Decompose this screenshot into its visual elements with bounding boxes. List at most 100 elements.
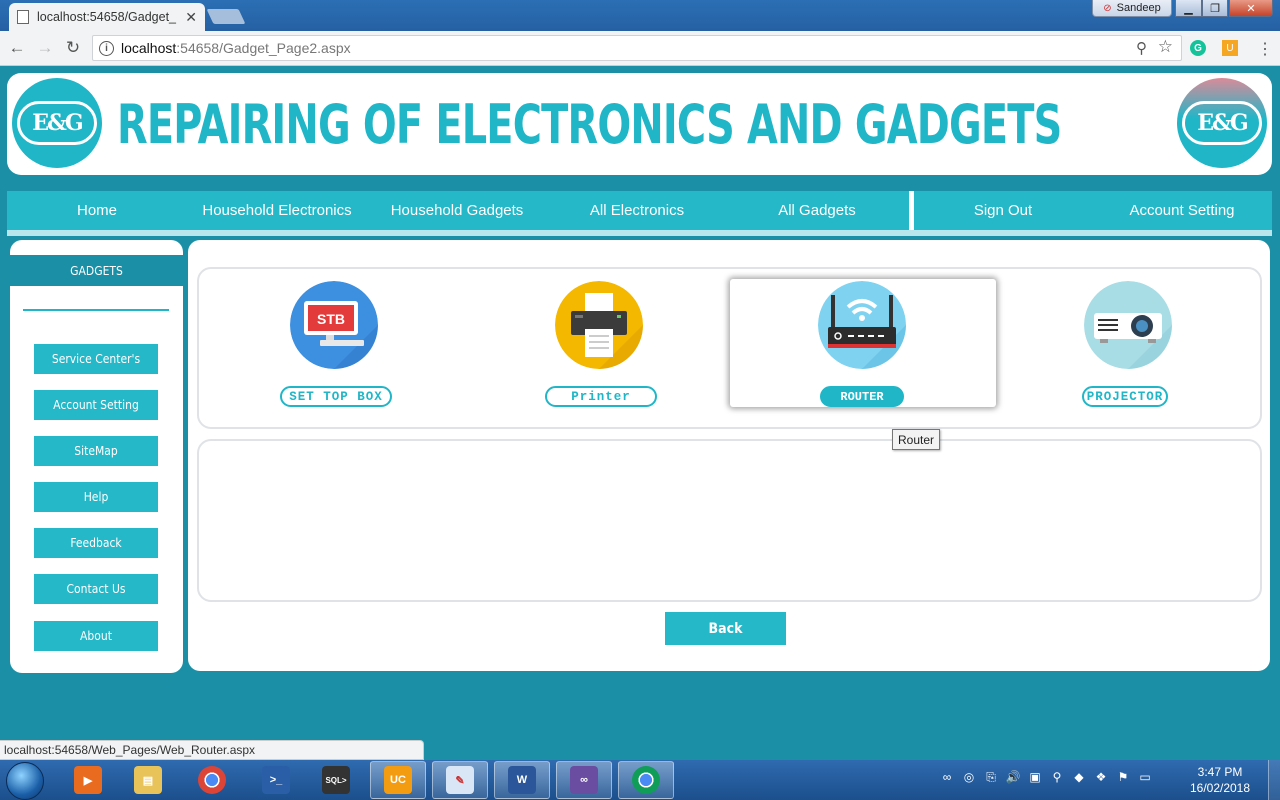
- projector-icon[interactable]: [1084, 281, 1172, 369]
- nav-household-gadgets[interactable]: Household Gadgets: [367, 191, 547, 230]
- zoom-search-icon[interactable]: ⚲: [1136, 39, 1147, 57]
- app-tray-icon[interactable]: ▣: [1028, 770, 1042, 784]
- windows-taskbar: ▶ ▤ >_ SQL> UC ✎ W ∞ ∞ ◎ ⎘ 🔊 ▣ ⚲ ◆ ❖ ⚑ ▭…: [0, 760, 1280, 800]
- profile-icon: ⊘: [1103, 2, 1112, 14]
- taskbar-sqlplus[interactable]: SQL>: [308, 761, 364, 799]
- sql-icon: SQL>: [322, 766, 350, 794]
- logo-text-right: E&G: [1182, 101, 1262, 145]
- visual-studio-icon: ∞: [570, 766, 598, 794]
- infinity-tray-icon[interactable]: ∞: [940, 770, 954, 784]
- taskbar-chrome[interactable]: [184, 761, 240, 799]
- folder-icon: ▤: [134, 766, 162, 794]
- taskbar-paint[interactable]: ✎: [432, 761, 488, 799]
- extension-icon[interactable]: U: [1222, 40, 1238, 56]
- gadget-card-set-top-box[interactable]: STB SET TOP BOX: [202, 279, 468, 407]
- taskbar-explorer[interactable]: ▤: [120, 761, 176, 799]
- volume-icon[interactable]: 🔊: [1006, 770, 1021, 784]
- browser-tab[interactable]: localhost:54658/Gadget_ ✕: [9, 3, 205, 31]
- usb-tray-icon[interactable]: ⎘: [984, 770, 998, 784]
- grammarly-extension-icon[interactable]: G: [1190, 40, 1206, 56]
- taskbar-word[interactable]: W: [494, 761, 550, 799]
- status-bar-url: localhost:54658/Web_Pages/Web_Router.asp…: [0, 740, 424, 760]
- site-header: E&G REPAIRING OF ELECTRONICS AND GADGETS…: [7, 73, 1272, 175]
- sidebar-help-button[interactable]: Help: [34, 482, 158, 512]
- router-icon[interactable]: [818, 281, 906, 369]
- chrome-icon: [632, 766, 660, 794]
- tab-close-icon[interactable]: ✕: [185, 9, 197, 26]
- chrome-icon: [198, 766, 226, 794]
- profile-button[interactable]: ⊘ Sandeep: [1092, 0, 1172, 17]
- word-icon: W: [508, 766, 536, 794]
- back-button[interactable]: Back: [665, 612, 786, 645]
- clock-date: 16/02/2018: [1189, 781, 1251, 795]
- gadget-label-set-top-box[interactable]: SET TOP BOX: [280, 386, 392, 407]
- url-path: :54658/Gadget_Page2.aspx: [176, 40, 351, 56]
- taskbar-powershell[interactable]: >_: [248, 761, 304, 799]
- close-window-button[interactable]: ✕: [1229, 0, 1273, 17]
- action-center-icon[interactable]: ▭: [1138, 770, 1152, 784]
- nav-all-gadgets[interactable]: All Gadgets: [727, 191, 907, 230]
- gadget-detail-panel: [197, 439, 1262, 602]
- taskbar-chrome-active[interactable]: [618, 761, 674, 799]
- address-bar[interactable]: i localhost:54658/Gadget_Page2.aspx ⚲ ☆: [92, 35, 1182, 61]
- router-tooltip: Router: [892, 429, 941, 450]
- sidebar-heading: GADGETS: [10, 255, 183, 286]
- browser-title-bar: localhost:54658/Gadget_ ✕ ⊘ Sandeep ▁ ❐ …: [0, 0, 1280, 31]
- gadget-card-projector[interactable]: PROJECTOR: [996, 279, 1262, 407]
- printer-icon[interactable]: [555, 281, 643, 369]
- nav-home[interactable]: Home: [7, 191, 187, 230]
- system-tray: ∞ ◎ ⎘ 🔊 ▣ ⚲ ◆ ❖ ⚑ ▭: [940, 770, 1152, 785]
- site-info-icon[interactable]: i: [99, 40, 114, 56]
- sidebar-feedback-button[interactable]: Feedback: [34, 528, 158, 558]
- gadget-label-router[interactable]: ROUTER: [820, 386, 904, 407]
- taskbar-media-player[interactable]: ▶: [60, 761, 116, 799]
- uc-tray-icon[interactable]: ◆: [1072, 770, 1086, 784]
- show-desktop-button[interactable]: [1268, 760, 1280, 800]
- sidebar: GADGETS Service Center's Account Setting…: [10, 240, 183, 673]
- taskbar-clock[interactable]: 3:47 PM 16/02/2018: [1180, 764, 1260, 796]
- nav-all-electronics[interactable]: All Electronics: [547, 191, 727, 230]
- set-top-box-icon[interactable]: STB: [290, 281, 378, 369]
- gadget-gallery: STB SET TOP BOX Printer ROUTER PROJECTOR: [197, 267, 1262, 429]
- gadget-card-router[interactable]: ROUTER: [730, 279, 996, 407]
- tab-title: localhost:54658/Gadget_: [37, 10, 176, 24]
- dropbox-icon[interactable]: ❖: [1094, 770, 1108, 784]
- site-logo-right: E&G: [1177, 78, 1267, 168]
- back-arrow-icon[interactable]: ←: [6, 37, 28, 59]
- minimize-button[interactable]: ▁: [1175, 0, 1202, 17]
- site-logo-left: E&G: [12, 78, 102, 168]
- paint-icon: ✎: [446, 766, 474, 794]
- sidebar-service-centers-button[interactable]: Service Center's: [34, 344, 158, 374]
- main-panel: STB SET TOP BOX Printer ROUTER PROJECTOR…: [188, 240, 1270, 671]
- bookmark-star-icon[interactable]: ☆: [1158, 37, 1173, 57]
- nav-sign-out[interactable]: Sign Out: [914, 191, 1092, 230]
- web-page: E&G REPAIRING OF ELECTRONICS AND GADGETS…: [0, 67, 1280, 740]
- flag-icon[interactable]: ⚑: [1116, 770, 1130, 784]
- taskbar-visual-studio[interactable]: ∞: [556, 761, 612, 799]
- page-favicon-icon: [17, 10, 29, 24]
- nav-account-setting[interactable]: Account Setting: [1092, 191, 1272, 230]
- sidebar-sitemap-button[interactable]: SiteMap: [34, 436, 158, 466]
- sidebar-account-setting-button[interactable]: Account Setting: [34, 390, 158, 420]
- media-player-icon: ▶: [74, 766, 102, 794]
- reload-icon[interactable]: ↻: [62, 37, 84, 59]
- forward-arrow-icon[interactable]: →: [34, 37, 56, 59]
- maximize-button[interactable]: ❐: [1202, 0, 1228, 17]
- gadget-label-projector[interactable]: PROJECTOR: [1082, 386, 1168, 407]
- taskbar-uc-browser[interactable]: UC: [370, 761, 426, 799]
- main-nav: Home Household Electronics Household Gad…: [7, 191, 1272, 236]
- nav-household-electronics[interactable]: Household Electronics: [187, 191, 367, 230]
- browser-menu-icon[interactable]: ⋮: [1257, 39, 1273, 59]
- site-title: REPAIRING OF ELECTRONICS AND GADGETS: [117, 93, 1062, 156]
- gadget-card-printer[interactable]: Printer: [467, 279, 733, 407]
- search-tray-icon[interactable]: ⚲: [1050, 770, 1064, 784]
- clock-time: 3:47 PM: [1197, 765, 1243, 779]
- start-button[interactable]: [6, 762, 44, 800]
- powershell-icon: >_: [262, 766, 290, 794]
- gadget-label-printer[interactable]: Printer: [545, 386, 657, 407]
- sidebar-contact-us-button[interactable]: Contact Us: [34, 574, 158, 604]
- new-tab-button[interactable]: [206, 9, 246, 24]
- network-tray-icon[interactable]: ◎: [962, 770, 976, 784]
- sidebar-about-button[interactable]: About: [34, 621, 158, 651]
- sidebar-divider: [23, 309, 169, 311]
